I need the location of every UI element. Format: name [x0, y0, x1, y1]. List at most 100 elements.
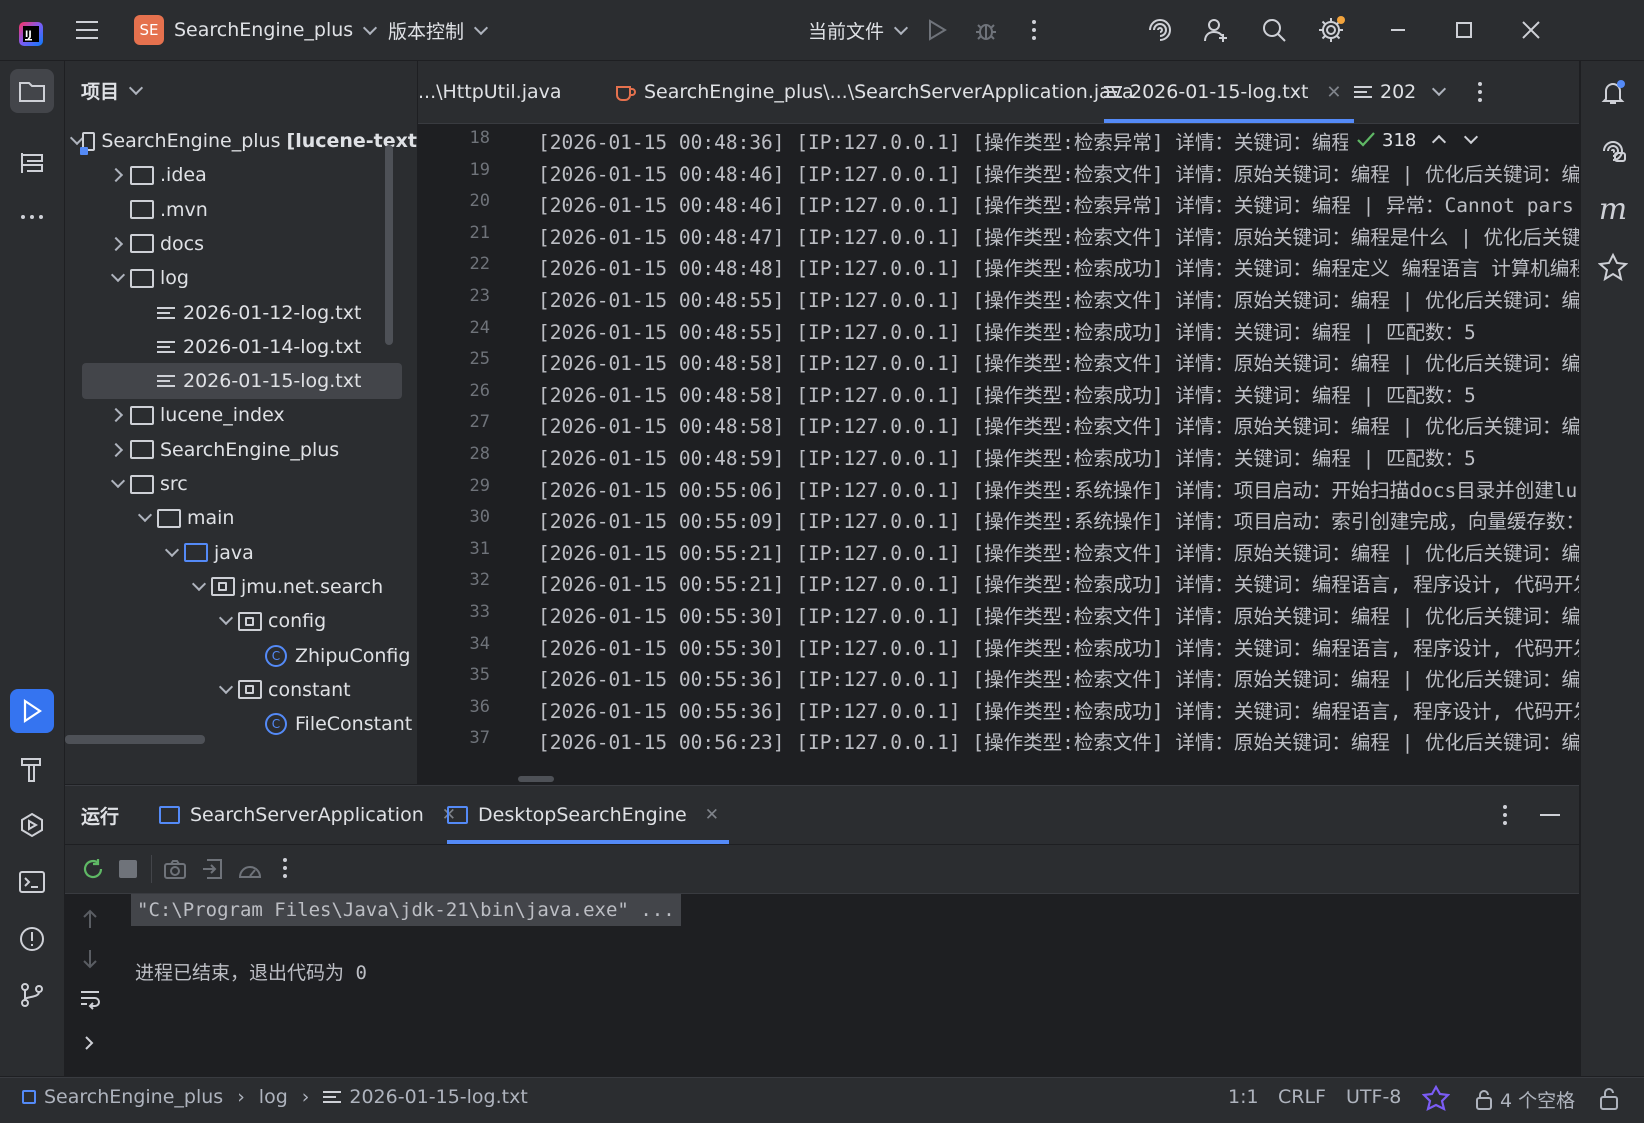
run-config-selector[interactable]: 当前文件 — [808, 12, 909, 48]
run-tab-desktopsearchengine[interactable]: DesktopSearchEngine ✕ — [447, 786, 719, 844]
code-line[interactable]: [2026-01-15 00:55:09] [IP:127.0.0.1] [操作… — [538, 505, 1579, 534]
profiler-gauge-icon[interactable] — [237, 857, 263, 886]
tree-item[interactable]: 2026-01-12-log.txt — [65, 295, 417, 331]
chevron-down-icon[interactable] — [160, 542, 184, 557]
inspection-widget[interactable]: 318 — [1348, 126, 1485, 154]
tree-item[interactable]: jmu.net.search — [65, 569, 417, 605]
maven-m-icon[interactable]: m — [1591, 187, 1635, 231]
add-user-icon[interactable] — [1202, 12, 1230, 48]
file-encoding[interactable]: UTF-8 — [1346, 1086, 1401, 1108]
close-window-icon[interactable] — [1520, 12, 1542, 48]
expand-chevron-icon[interactable] — [83, 1034, 95, 1057]
editor-tab-overflow[interactable]: 202 — [1354, 61, 1416, 123]
terminal-icon[interactable] — [10, 860, 54, 904]
tree-item[interactable]: lucene_index — [65, 397, 417, 433]
previous-highlight-icon[interactable] — [1432, 134, 1447, 150]
maximize-window-icon[interactable] — [1454, 12, 1474, 48]
problems-icon[interactable] — [10, 917, 54, 961]
tab-list-dropdown-icon[interactable] — [1431, 61, 1447, 123]
main-menu-icon[interactable] — [74, 12, 100, 48]
minimize-window-icon[interactable] — [1388, 12, 1408, 48]
tree-item[interactable]: java — [65, 535, 417, 571]
tree-item[interactable]: .mvn — [65, 192, 417, 228]
chevron-down-icon[interactable] — [187, 576, 211, 591]
breadcrumb-item-project[interactable]: SearchEngine_plus — [44, 1086, 223, 1108]
vcs-menu[interactable]: 版本控制 — [388, 12, 489, 48]
tree-item[interactable]: constant — [65, 672, 417, 708]
code-line[interactable]: [2026-01-15 00:55:21] [IP:127.0.0.1] [操作… — [538, 537, 1579, 566]
ai-chat-icon[interactable] — [1591, 129, 1635, 173]
run-tool-icon[interactable] — [10, 689, 54, 733]
git-branch-icon[interactable] — [10, 973, 54, 1017]
tree-item[interactable]: docs — [65, 226, 417, 262]
tree-item[interactable]: SearchEngine_plus [lucene-text — [65, 123, 417, 159]
code-line[interactable]: [2026-01-15 00:48:58] [IP:127.0.0.1] [操作… — [538, 347, 1579, 376]
editor-horizontal-scrollbar[interactable] — [518, 776, 554, 782]
code-line[interactable]: [2026-01-15 00:55:06] [IP:127.0.0.1] [操作… — [538, 474, 1577, 503]
code-line[interactable]: [2026-01-15 00:55:30] [IP:127.0.0.1] [操作… — [538, 632, 1579, 661]
project-tool-icon[interactable] — [10, 69, 54, 113]
code-line[interactable]: [2026-01-15 00:48:36] [IP:127.0.0.1] [操作… — [538, 126, 1445, 155]
chevron-down-icon[interactable] — [133, 508, 157, 523]
more-tools-icon[interactable] — [10, 195, 54, 239]
chevron-right-icon[interactable] — [106, 408, 130, 423]
code-line[interactable]: [2026-01-15 00:55:36] [IP:127.0.0.1] [操作… — [538, 695, 1579, 724]
run-icon[interactable] — [926, 12, 948, 48]
read-only-lock-icon[interactable] — [1598, 1087, 1620, 1116]
chevron-right-icon[interactable] — [106, 168, 130, 183]
code-line[interactable]: [2026-01-15 00:56:23] [IP:127.0.0.1] [操作… — [538, 726, 1579, 755]
tree-vertical-scrollbar[interactable] — [385, 145, 393, 345]
scroll-down-icon[interactable] — [81, 948, 99, 975]
structure-tool-icon[interactable] — [10, 141, 54, 185]
more-actions-icon[interactable] — [1030, 12, 1038, 48]
code-line[interactable]: [2026-01-15 00:48:55] [IP:127.0.0.1] [操作… — [538, 284, 1579, 313]
breadcrumb-item-file[interactable]: 2026-01-15-log.txt — [349, 1086, 527, 1108]
next-highlight-icon[interactable] — [1464, 129, 1479, 145]
chevron-down-icon[interactable] — [106, 268, 130, 283]
code-line[interactable]: [2026-01-15 00:55:36] [IP:127.0.0.1] [操作… — [538, 663, 1579, 692]
ai-assistant-icon[interactable] — [1146, 12, 1174, 48]
run-tab-searchserverapplication[interactable]: SearchServerApplication ✕ — [159, 786, 456, 844]
run-panel-more-icon[interactable] — [1501, 786, 1509, 844]
code-line[interactable]: [2026-01-15 00:48:58] [IP:127.0.0.1] [操作… — [538, 410, 1579, 439]
plugin-star-icon[interactable] — [1591, 245, 1635, 289]
scroll-up-icon[interactable] — [81, 908, 99, 935]
attach-icon[interactable] — [201, 857, 225, 886]
stop-icon[interactable] — [119, 860, 137, 878]
editor-area[interactable]: 18 19 20 21 22 23 24 25 26 27 28 29 30 31 32 33 34 35 36 37… — [418, 124, 1579, 784]
chevron-right-icon[interactable] — [106, 442, 130, 457]
tree-item[interactable]: SearchEngine_plus — [65, 432, 417, 468]
tree-item[interactable]: log — [65, 260, 417, 296]
code-line[interactable]: [2026-01-15 00:48:48] [IP:127.0.0.1] [操作… — [538, 252, 1579, 281]
breadcrumb-item-log[interactable]: log — [259, 1086, 288, 1108]
tree-item[interactable]: src — [65, 466, 417, 502]
caret-position[interactable]: 1:1 — [1228, 1086, 1259, 1108]
chevron-down-icon[interactable] — [214, 611, 238, 626]
console-area[interactable]: "C:\Program Files\Java\jdk-21\bin\java.e… — [65, 894, 1579, 1077]
tree-item[interactable]: config — [65, 603, 417, 639]
chevron-down-icon[interactable] — [106, 473, 130, 489]
code-line[interactable]: [2026-01-15 00:48:47] [IP:127.0.0.1] [操作… — [538, 221, 1579, 250]
close-tab-icon[interactable]: ✕ — [705, 805, 719, 825]
settings-gear-icon[interactable] — [1316, 12, 1346, 48]
close-tab-icon[interactable]: ✕ — [1326, 82, 1341, 103]
ai-status-icon[interactable] — [1421, 1084, 1451, 1117]
tree-item[interactable]: main — [65, 500, 417, 536]
editor-tab-log-file-active[interactable]: 2026-01-15-log.txt ✕ — [1104, 61, 1354, 123]
chevron-right-icon[interactable] — [106, 236, 130, 251]
hide-panel-icon[interactable] — [1539, 786, 1561, 844]
code-line[interactable]: [2026-01-15 00:48:59] [IP:127.0.0.1] [操作… — [538, 442, 1476, 471]
editor-tab-httputil[interactable]: ...\HttpUtil.java — [418, 61, 562, 123]
indent-setting[interactable]: 4 个空格 — [1474, 1086, 1575, 1113]
tree-item[interactable]: .idea — [65, 157, 417, 193]
search-icon[interactable] — [1260, 12, 1288, 48]
debug-icon[interactable] — [973, 12, 999, 48]
code-line[interactable]: [2026-01-15 00:55:21] [IP:127.0.0.1] [操作… — [538, 568, 1579, 597]
intellij-logo-icon[interactable]: IJ — [18, 16, 44, 52]
tab-more-icon[interactable] — [1476, 61, 1484, 123]
camera-snapshot-icon[interactable] — [163, 857, 187, 886]
services-icon[interactable] — [10, 803, 54, 847]
chevron-down-icon[interactable] — [214, 679, 238, 694]
notifications-bell-icon[interactable] — [1591, 71, 1635, 115]
code-line[interactable]: [2026-01-15 00:48:55] [IP:127.0.0.1] [操作… — [538, 316, 1476, 345]
